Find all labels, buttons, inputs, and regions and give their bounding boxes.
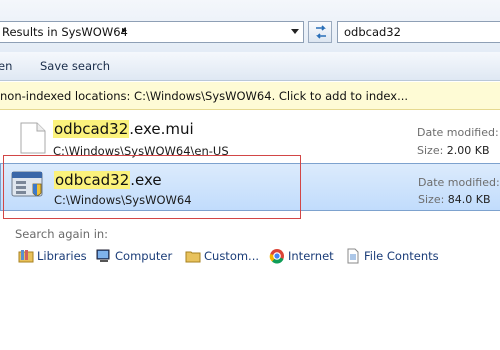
- infobar-text: non-indexed locations: C:\Windows\SysWOW…: [0, 89, 409, 103]
- search-again-label: Search again in:: [15, 227, 109, 241]
- breadcrumb-chevron-icon[interactable]: ▸: [122, 25, 127, 36]
- chrome-icon: [269, 249, 284, 264]
- search-query: odbcad32: [344, 25, 401, 39]
- search-input[interactable]: odbcad32: [337, 21, 500, 43]
- computer-icon: [96, 249, 110, 262]
- libraries-icon: [18, 250, 34, 263]
- address-dropdown-icon[interactable]: [291, 29, 299, 34]
- document-icon: [20, 122, 46, 154]
- open-button[interactable]: en: [0, 59, 12, 73]
- breadcrumb-results[interactable]: Results in SysWOW64: [2, 25, 128, 39]
- annotation-highlight-box: [3, 155, 301, 219]
- search-again-custom[interactable]: Custom...: [185, 248, 259, 266]
- navigation-bar: Results in SysWOW64 ▸ odbcad32: [0, 0, 500, 52]
- search-again-internet[interactable]: Internet: [269, 248, 334, 266]
- save-search-button[interactable]: Save search: [40, 59, 110, 73]
- folder-icon: [185, 251, 201, 263]
- command-toolbar: en Save search: [0, 52, 500, 81]
- result-filename[interactable]: odbcad32.exe.mui: [53, 120, 194, 138]
- date-modified-label: Date modified: 7: [418, 176, 500, 189]
- date-modified-label: Date modified: 4: [417, 126, 499, 139]
- search-again-computer[interactable]: Computer: [96, 248, 172, 266]
- refresh-button[interactable]: [308, 21, 332, 43]
- file-contents-icon: [347, 248, 359, 264]
- size-label: Size: 84.0 KB: [418, 193, 491, 206]
- size-label: Size: 2.00 KB: [417, 144, 490, 157]
- search-again-file-contents[interactable]: File Contents: [345, 248, 439, 266]
- refresh-icon: [316, 25, 326, 39]
- address-bar[interactable]: Results in SysWOW64 ▸: [0, 21, 304, 43]
- search-again-libraries[interactable]: Libraries: [18, 248, 87, 266]
- name-rest: .exe.mui: [129, 120, 194, 138]
- index-infobar[interactable]: non-indexed locations: C:\Windows\SysWOW…: [0, 82, 500, 110]
- name-highlight: odbcad32: [53, 120, 130, 138]
